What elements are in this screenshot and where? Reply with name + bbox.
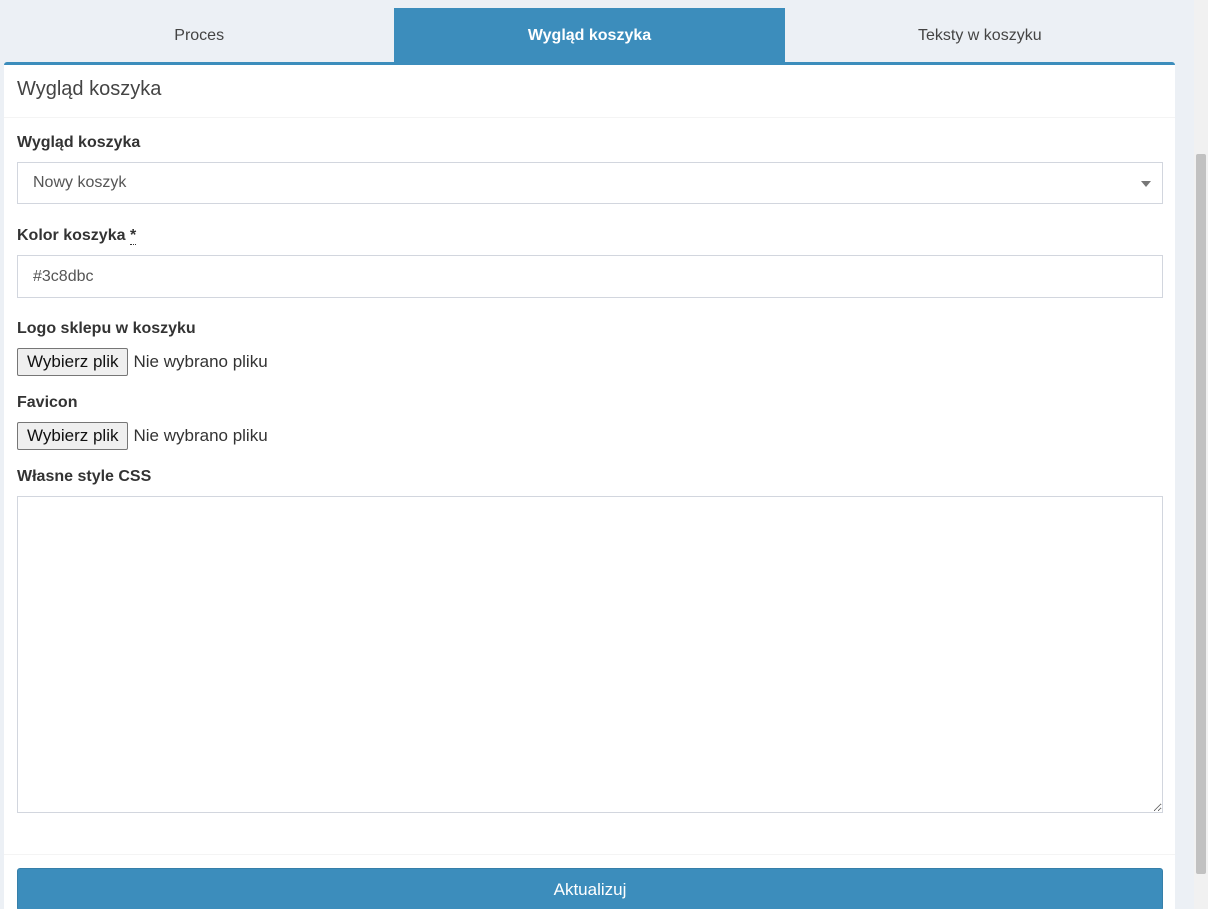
shop-logo-status: Nie wybrano pliku xyxy=(133,352,268,371)
scrollbar-thumb[interactable] xyxy=(1196,154,1206,874)
cart-color-label-text: Kolor koszyka xyxy=(17,227,126,244)
shop-logo-choose-button[interactable]: Wybierz plik xyxy=(17,348,129,376)
settings-panel: Wygląd koszyka Wygląd koszyka Nowy koszy… xyxy=(4,62,1175,909)
favicon-choose-button[interactable]: Wybierz plik xyxy=(17,422,129,450)
settings-form: Wygląd koszyka Nowy koszyk Kolor koszyka… xyxy=(4,118,1175,813)
page-scrollbar[interactable] xyxy=(1194,0,1208,909)
custom-css-label: Własne style CSS xyxy=(17,468,152,485)
cart-color-label: Kolor koszyka * xyxy=(17,227,1163,245)
tab-bar: Proces Wygląd koszyka Teksty w koszyku xyxy=(4,8,1175,64)
cart-appearance-select[interactable]: Nowy koszyk xyxy=(17,162,1163,204)
page: Proces Wygląd koszyka Teksty w koszyku W… xyxy=(0,0,1208,909)
shop-logo-file: Wybierz plik Nie wybrano pliku xyxy=(17,348,1163,376)
cart-appearance-label: Wygląd koszyka xyxy=(17,134,141,151)
shop-logo-label: Logo sklepu w koszyku xyxy=(17,320,196,337)
cart-appearance-selected: Nowy koszyk xyxy=(33,174,127,191)
favicon-label: Favicon xyxy=(17,394,78,411)
panel-title: Wygląd koszyka xyxy=(17,78,162,100)
panel-header: Wygląd koszyka xyxy=(4,65,1175,118)
update-button[interactable]: Aktualizuj xyxy=(17,868,1163,909)
tab-process[interactable]: Proces xyxy=(4,8,394,64)
tab-cart-texts[interactable]: Teksty w koszyku xyxy=(785,8,1175,64)
panel-footer: Aktualizuj xyxy=(4,854,1175,909)
required-mark: * xyxy=(129,227,137,245)
tab-cart-appearance[interactable]: Wygląd koszyka xyxy=(394,8,785,64)
chevron-down-icon xyxy=(1141,181,1151,187)
cart-color-input[interactable] xyxy=(17,255,1163,298)
favicon-file: Wybierz plik Nie wybrano pliku xyxy=(17,422,1163,450)
favicon-status: Nie wybrano pliku xyxy=(133,426,268,445)
custom-css-textarea[interactable] xyxy=(17,496,1163,813)
